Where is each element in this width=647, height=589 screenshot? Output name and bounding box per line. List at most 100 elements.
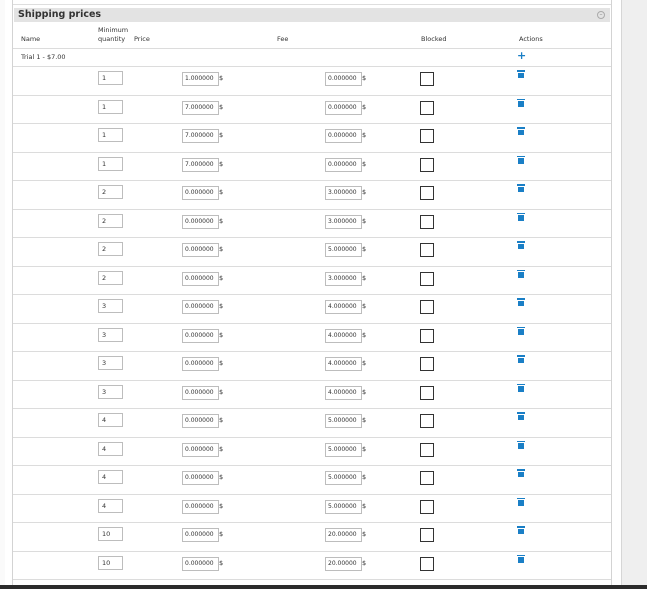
min-quantity-input[interactable]: 1 <box>98 71 123 85</box>
blocked-checkbox[interactable] <box>420 243 434 257</box>
fee-input[interactable]: 20.00000 <box>325 528 362 542</box>
price-input[interactable]: 7.000000 <box>182 100 219 115</box>
price-input[interactable]: 1.000000 <box>182 72 219 86</box>
table-row: 2 0.000000 $ 3.000000 $ <box>13 181 611 210</box>
trash-icon[interactable] <box>517 526 525 534</box>
fee-input[interactable]: 0.000000 <box>325 100 362 115</box>
trash-icon[interactable] <box>517 469 525 477</box>
min-quantity-input[interactable]: 10 <box>98 527 123 541</box>
trash-icon[interactable] <box>517 212 525 221</box>
blocked-checkbox[interactable] <box>420 214 434 229</box>
fee-input[interactable]: 3.000000 <box>325 271 362 286</box>
fee-input[interactable]: 5.000000 <box>325 414 362 428</box>
blocked-checkbox[interactable] <box>420 328 434 343</box>
fee-input[interactable]: 5.000000 <box>325 442 362 457</box>
trash-icon[interactable] <box>517 269 525 278</box>
min-quantity-input[interactable]: 3 <box>98 299 123 313</box>
min-quantity-input[interactable]: 1 <box>98 156 123 171</box>
trash-icon[interactable] <box>517 355 525 363</box>
trash-icon[interactable] <box>517 127 525 135</box>
blocked-checkbox[interactable] <box>420 357 434 371</box>
price-input[interactable]: 0.000000 <box>182 300 219 314</box>
price-input[interactable]: 0.000000 <box>182 442 219 457</box>
trash-icon[interactable] <box>517 98 525 107</box>
price-input[interactable]: 0.000000 <box>182 528 219 542</box>
trash-icon[interactable] <box>517 155 525 164</box>
price-input[interactable]: 0.000000 <box>182 271 219 286</box>
price-input[interactable]: 0.000000 <box>182 385 219 400</box>
min-quantity-input[interactable]: 1 <box>98 99 123 114</box>
min-quantity-input[interactable]: 2 <box>98 242 123 256</box>
blocked-checkbox[interactable] <box>420 471 434 485</box>
price-input[interactable]: 0.000000 <box>182 328 219 343</box>
trash-icon[interactable] <box>517 298 525 306</box>
blocked-checkbox[interactable] <box>420 528 434 542</box>
price-input[interactable]: 0.000000 <box>182 186 219 200</box>
fee-input[interactable]: 4.000000 <box>325 328 362 343</box>
min-quantity-input[interactable]: 3 <box>98 327 123 342</box>
price-input[interactable]: 0.000000 <box>182 414 219 428</box>
trash-icon[interactable] <box>517 412 525 420</box>
trash-icon[interactable] <box>517 383 525 392</box>
blocked-checkbox[interactable] <box>420 271 434 286</box>
price-input[interactable]: 0.000000 <box>182 243 219 257</box>
fee-input[interactable]: 4.000000 <box>325 385 362 400</box>
trash-icon[interactable] <box>517 554 525 563</box>
price-currency: $ <box>219 302 224 310</box>
trash-icon-lid <box>517 383 525 385</box>
panel-top-divider <box>13 0 611 5</box>
table-row: 4 0.000000 $ 5.000000 $ <box>13 466 611 495</box>
fee-input[interactable]: 0.000000 <box>325 72 362 86</box>
min-quantity-input[interactable]: 4 <box>98 470 123 484</box>
blocked-checkbox[interactable] <box>420 300 434 314</box>
min-quantity-input[interactable]: 10 <box>98 555 123 570</box>
blocked-checkbox[interactable] <box>420 442 434 457</box>
blocked-checkbox[interactable] <box>420 385 434 400</box>
trash-icon-body <box>518 101 524 107</box>
price-input[interactable]: 7.000000 <box>182 129 219 143</box>
fee-input[interactable]: 5.000000 <box>325 471 362 485</box>
price-input[interactable]: 0.000000 <box>182 471 219 485</box>
plus-icon[interactable]: + <box>517 50 526 61</box>
min-quantity-input[interactable]: 1 <box>98 128 123 142</box>
fee-input[interactable]: 20.00000 <box>325 556 362 571</box>
min-quantity-input[interactable]: 2 <box>98 213 123 228</box>
blocked-checkbox[interactable] <box>420 157 434 172</box>
fee-input[interactable]: 0.000000 <box>325 157 362 172</box>
price-input[interactable]: 0.000000 <box>182 499 219 514</box>
fee-input[interactable]: 3.000000 <box>325 214 362 229</box>
price-input[interactable]: 0.000000 <box>182 214 219 229</box>
blocked-checkbox[interactable] <box>420 100 434 115</box>
price-input[interactable]: 0.000000 <box>182 556 219 571</box>
trash-icon[interactable] <box>517 440 525 449</box>
blocked-checkbox[interactable] <box>420 556 434 571</box>
fee-input[interactable]: 5.000000 <box>325 243 362 257</box>
fee-input[interactable]: 5.000000 <box>325 499 362 514</box>
fee-input[interactable]: 4.000000 <box>325 300 362 314</box>
trash-icon[interactable] <box>517 70 525 78</box>
trash-icon[interactable] <box>517 326 525 335</box>
trash-icon[interactable] <box>517 241 525 249</box>
min-quantity-input[interactable]: 4 <box>98 441 123 456</box>
min-quantity-input[interactable]: 4 <box>98 498 123 513</box>
blocked-checkbox[interactable] <box>420 186 434 200</box>
blocked-checkbox[interactable] <box>420 129 434 143</box>
blocked-checkbox[interactable] <box>420 72 434 86</box>
min-quantity-input[interactable]: 3 <box>98 356 123 370</box>
trash-icon-lid <box>517 184 525 186</box>
trash-icon[interactable] <box>517 497 525 506</box>
fee-input[interactable]: 0.000000 <box>325 129 362 143</box>
collapse-icon[interactable]: – <box>597 11 605 19</box>
price-input[interactable]: 0.000000 <box>182 357 219 371</box>
min-quantity-input[interactable]: 2 <box>98 185 123 199</box>
blocked-checkbox[interactable] <box>420 499 434 514</box>
min-quantity-input[interactable]: 2 <box>98 270 123 285</box>
blocked-checkbox[interactable] <box>420 414 434 428</box>
price-currency: $ <box>219 530 224 538</box>
min-quantity-input[interactable]: 3 <box>98 384 123 399</box>
min-quantity-input[interactable]: 4 <box>98 413 123 427</box>
fee-input[interactable]: 3.000000 <box>325 186 362 200</box>
trash-icon[interactable] <box>517 184 525 192</box>
price-input[interactable]: 7.000000 <box>182 157 219 172</box>
fee-input[interactable]: 4.000000 <box>325 357 362 371</box>
